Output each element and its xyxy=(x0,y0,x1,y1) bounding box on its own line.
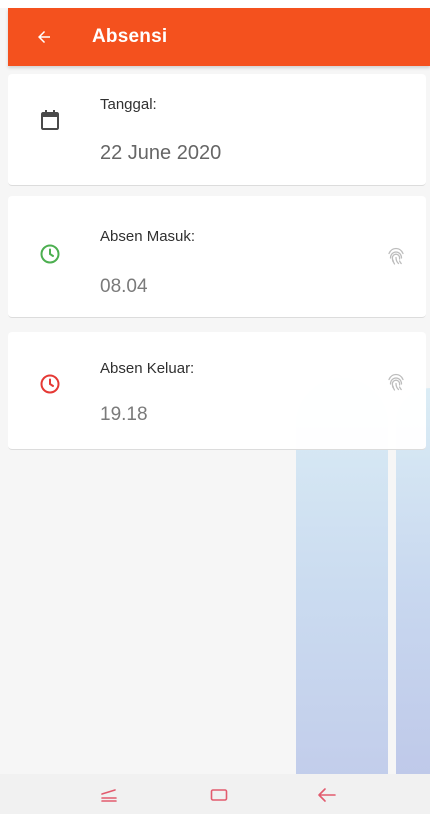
attendance-screen: Absensi Tanggal: 22 June 2020 Absen Masu… xyxy=(0,0,430,814)
fingerprint-icon xyxy=(388,247,404,265)
clock-icon xyxy=(40,374,60,394)
recents-icon xyxy=(101,789,117,802)
nav-home-button[interactable] xyxy=(204,782,234,808)
nav-recents-button[interactable] xyxy=(94,782,124,808)
date-value: 22 June 2020 xyxy=(100,142,222,164)
date-label: Tanggal: xyxy=(100,96,157,113)
date-card: Tanggal: 22 June 2020 xyxy=(8,74,426,186)
calendar-icon xyxy=(41,110,59,130)
nav-back-button[interactable] xyxy=(312,782,342,808)
check-out-fingerprint-button[interactable] xyxy=(380,366,412,398)
check-out-card: Absen Keluar: 19.18 xyxy=(8,332,426,450)
status-bar xyxy=(0,0,430,8)
fingerprint-icon xyxy=(388,373,404,391)
back-icon xyxy=(318,788,336,802)
check-in-time: 08.04 xyxy=(100,276,148,297)
check-in-card: Absen Masuk: 08.04 xyxy=(8,196,426,318)
app-bar: Absensi xyxy=(8,8,430,66)
arrow-back-icon xyxy=(38,31,50,43)
check-out-time: 19.18 xyxy=(100,404,148,425)
check-in-label: Absen Masuk: xyxy=(100,228,196,245)
check-in-fingerprint-button[interactable] xyxy=(380,240,412,272)
home-icon xyxy=(210,789,228,801)
check-out-label: Absen Keluar: xyxy=(100,360,195,377)
system-navigation-bar xyxy=(0,774,430,814)
clock-icon xyxy=(40,244,60,264)
back-button[interactable] xyxy=(22,15,66,59)
page-title: Absensi xyxy=(92,26,168,47)
